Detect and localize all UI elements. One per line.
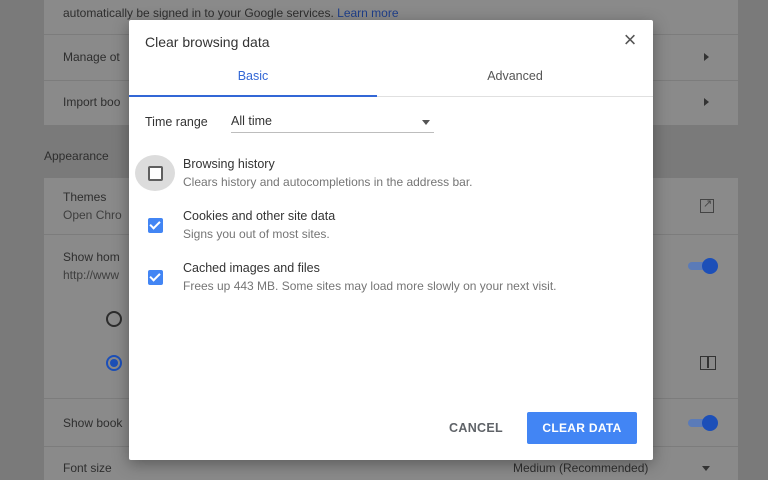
close-icon[interactable]: × [619,29,641,52]
option-description: Clears history and autocompletions in th… [183,175,473,189]
time-range-value: All time [231,114,272,128]
tab-basic[interactable]: Basic [129,64,377,97]
font-size-select[interactable]: Medium (Recommended) [513,461,648,475]
chevron-right-icon [704,53,709,61]
chevron-right-icon [704,98,709,106]
learn-more-link[interactable]: Learn more [337,6,398,20]
cached-images-checkbox[interactable] [148,270,163,285]
dropdown-arrow-icon [422,120,430,125]
browsing-history-checkbox[interactable] [148,166,163,181]
chevron-down-icon [702,466,710,471]
new-tab-page-radio[interactable] [106,311,122,327]
option-description: Signs you out of most sites. [183,227,330,241]
clear-browsing-data-dialog: Clear browsing data × Basic Advanced Tim… [129,20,653,460]
dialog-tabs: Basic Advanced [129,64,653,97]
themes-item[interactable]: Themes [63,190,106,204]
home-url: http://www [63,268,120,282]
themes-subtitle: Open Chro [63,208,122,222]
option-title: Cached images and files [183,261,320,275]
option-cookies: Cookies and other site data Signs you ou… [129,207,653,253]
option-cached-images: Cached images and files Frees up 443 MB.… [129,259,653,305]
option-title: Browsing history [183,157,275,171]
sync-description: automatically be signed in to your Googl… [63,6,399,20]
custom-url-radio[interactable] [106,355,122,371]
manage-other-people-item[interactable]: Manage ot [63,50,120,64]
cookies-checkbox[interactable] [148,218,163,233]
cancel-button[interactable]: CANCEL [441,412,511,444]
appearance-heading: Appearance [44,149,109,163]
font-size-label: Font size [63,461,112,475]
show-home-button-item: Show hom [63,250,120,264]
show-bookmarks-bar-item: Show book [63,416,123,430]
time-range-select[interactable]: All time [231,111,434,133]
option-description: Frees up 443 MB. Some sites may load mor… [183,279,557,293]
dialog-title: Clear browsing data [145,34,270,50]
tab-advanced[interactable]: Advanced [391,64,639,97]
time-range-label: Time range [145,115,208,129]
option-title: Cookies and other site data [183,209,336,223]
option-browsing-history: Browsing history Clears history and auto… [129,155,653,201]
clear-data-button[interactable]: CLEAR DATA [527,412,637,444]
show-bookmarks-toggle[interactable] [688,415,718,431]
show-home-toggle[interactable] [688,258,718,274]
checkbox-focus-halo [135,155,175,191]
import-bookmarks-item[interactable]: Import boo [63,95,120,109]
open-in-new-icon[interactable] [700,197,714,213]
table-icon [700,356,716,370]
